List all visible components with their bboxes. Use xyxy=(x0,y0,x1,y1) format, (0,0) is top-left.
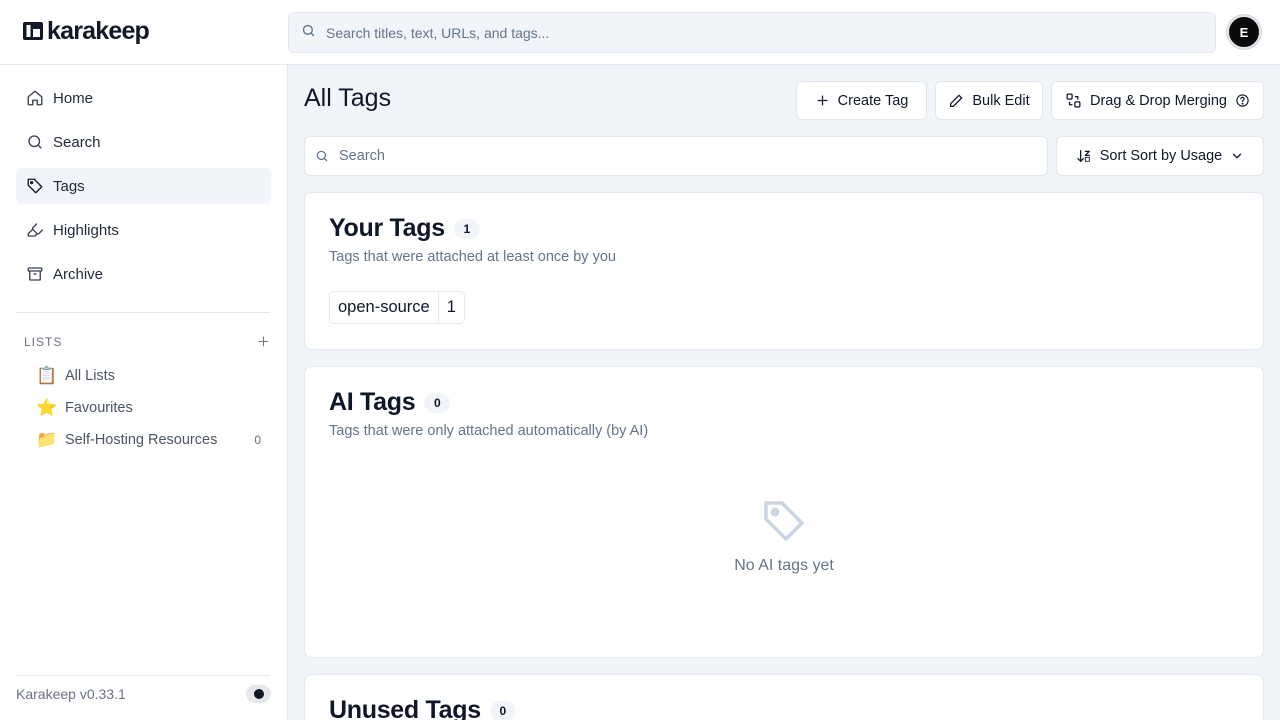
create-tag-button[interactable]: Create Tag xyxy=(796,81,927,120)
ai-tags-card: AI Tags 0 Tags that were only attached a… xyxy=(304,366,1264,658)
empty-state: No AI tags yet xyxy=(305,497,1263,575)
list-item-label: Favourites xyxy=(65,400,133,416)
page-title: All Tags xyxy=(304,84,392,112)
search-icon xyxy=(301,23,316,43)
tag-search-bar[interactable] xyxy=(304,136,1048,176)
folder-icon: 📁 xyxy=(36,430,58,449)
sidebar-item-label: Tags xyxy=(53,177,85,195)
logo-text: karakeep xyxy=(47,17,150,45)
sort-dropdown[interactable]: Sort Sort by Usage xyxy=(1056,136,1264,176)
list-item-all-lists[interactable]: 📋 All Lists xyxy=(36,362,270,390)
sidebar: Home Search Tags Highlights Archive LIST… xyxy=(0,65,288,720)
global-search-bar[interactable] xyxy=(288,12,1216,53)
app-version: Karakeep v0.33.1 xyxy=(16,686,126,702)
sort-icon xyxy=(1077,150,1090,162)
tag-count: 1 xyxy=(437,292,464,323)
clipboard-icon: 📋 xyxy=(36,366,58,385)
your-tags-header: Your Tags 1 xyxy=(329,214,480,243)
sidebar-item-home[interactable]: Home xyxy=(16,80,271,116)
search-icon xyxy=(316,150,328,162)
tag-search-input[interactable] xyxy=(339,148,1029,164)
plus-icon xyxy=(817,95,828,106)
count-badge: 0 xyxy=(424,392,451,413)
sidebar-item-label: Home xyxy=(53,89,94,107)
global-search-input[interactable] xyxy=(326,24,1186,41)
sort-label: Sort Sort by Usage xyxy=(1099,148,1223,164)
section-title: Unused Tags xyxy=(329,696,481,720)
tag-icon xyxy=(764,501,804,541)
sidebar-item-label: Search xyxy=(53,133,101,151)
create-tag-label: Create Tag xyxy=(837,92,909,109)
app-logo[interactable]: karakeep xyxy=(22,17,150,45)
unused-tags-header: Unused Tags 0 xyxy=(329,696,516,720)
pencil-icon xyxy=(950,94,963,107)
your-tags-card: Your Tags 1 Tags that were attached at l… xyxy=(304,192,1264,350)
add-list-button[interactable] xyxy=(257,333,270,351)
sidebar-item-search[interactable]: Search xyxy=(16,124,271,160)
highlighter-icon xyxy=(27,223,44,237)
sidebar-item-archive[interactable]: Archive xyxy=(16,256,271,292)
tag-icon xyxy=(27,178,43,194)
list-item-self-hosting-resources[interactable]: 📁 Self-Hosting Resources 0 xyxy=(36,426,270,454)
list-item-label: Self-Hosting Resources xyxy=(65,432,218,448)
karakeep-logo-icon xyxy=(22,20,44,42)
ai-tags-header: AI Tags 0 xyxy=(329,388,451,417)
bulk-edit-label: Bulk Edit xyxy=(972,92,1030,109)
count-badge: 0 xyxy=(489,700,516,720)
sidebar-item-tags[interactable]: Tags xyxy=(16,168,271,204)
search-icon xyxy=(28,135,42,149)
theme-toggle[interactable] xyxy=(246,685,271,703)
section-description: Tags that were attached at least once by… xyxy=(329,249,616,265)
sidebar-divider xyxy=(16,675,270,676)
list-item-label: All Lists xyxy=(65,368,115,384)
empty-state-text: No AI tags yet xyxy=(734,557,834,574)
plus-icon xyxy=(258,336,269,347)
drag-drop-merging-button[interactable]: Drag & Drop Merging xyxy=(1051,81,1264,120)
lists-title: LISTS xyxy=(24,335,63,349)
archive-icon xyxy=(27,267,43,281)
sidebar-divider xyxy=(16,312,270,313)
help-circle-icon[interactable] xyxy=(1235,93,1250,108)
unused-tags-card: Unused Tags 0 xyxy=(304,674,1264,720)
chevron-down-icon xyxy=(1233,153,1242,159)
list-item-count: 0 xyxy=(254,433,261,447)
list-item-favourites[interactable]: ⭐ Favourites xyxy=(36,394,270,422)
sidebar-item-label: Highlights xyxy=(53,221,119,239)
home-icon xyxy=(27,90,43,106)
tag-name: open-source xyxy=(338,298,430,316)
count-badge: 1 xyxy=(453,218,480,239)
bulk-edit-button[interactable]: Bulk Edit xyxy=(935,81,1043,120)
section-description: Tags that were only attached automatical… xyxy=(329,423,649,439)
user-avatar[interactable]: E xyxy=(1227,15,1261,49)
tag-pill[interactable]: open-source 1 xyxy=(329,291,465,324)
sidebar-item-highlights[interactable]: Highlights xyxy=(16,212,271,248)
section-title: AI Tags xyxy=(329,388,416,416)
lists-header: LISTS xyxy=(24,333,270,351)
sidebar-item-label: Archive xyxy=(53,265,104,283)
top-bar: karakeep E xyxy=(0,0,1280,65)
star-icon: ⭐ xyxy=(36,398,58,417)
merge-icon xyxy=(1066,93,1081,108)
section-title: Your Tags xyxy=(329,214,445,242)
moon-icon xyxy=(253,689,264,699)
drag-drop-merging-label: Drag & Drop Merging xyxy=(1090,92,1227,109)
